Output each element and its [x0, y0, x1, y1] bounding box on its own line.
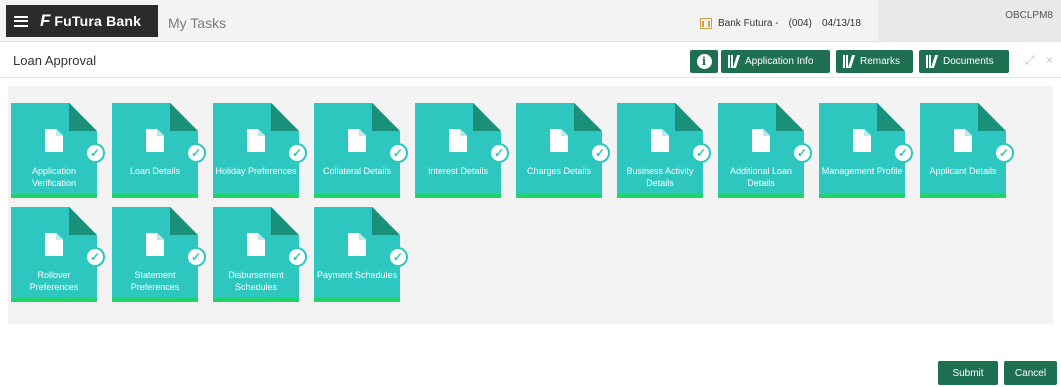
brand-bar: F FuTura Bank [6, 5, 158, 37]
task-tile[interactable]: ✓ Application Verification [11, 103, 105, 198]
branch-code: (004) [788, 18, 812, 29]
tile-label: Statement Preferences [130, 270, 180, 292]
tile-label: Additional Loan Details [729, 166, 793, 188]
branch-date: 04/13/18 [821, 18, 861, 29]
tile-status-bar [415, 194, 501, 198]
library-icon [843, 55, 856, 68]
tile-label: Business Activity Details [626, 166, 694, 188]
tile-label: Management Profile [821, 166, 903, 176]
task-tile[interactable]: ✓ Disbursement Schedules [213, 207, 307, 302]
check-icon: ✓ [590, 143, 610, 163]
bank-icon [700, 18, 712, 29]
task-tile[interactable]: ✓ Additional Loan Details [718, 103, 812, 198]
close-icon[interactable]: × [1046, 53, 1053, 67]
library-icon [728, 55, 741, 68]
my-tasks-tab[interactable]: My Tasks [168, 15, 226, 31]
check-icon: ✓ [287, 247, 307, 267]
task-tile[interactable]: ✓ Payment Schedules [314, 207, 408, 302]
documents-button[interactable]: Documents [919, 50, 1009, 73]
check-icon: ✓ [893, 143, 913, 163]
check-icon: ✓ [792, 143, 812, 163]
task-tile[interactable]: ✓ Statement Preferences [112, 207, 206, 302]
check-icon: ✓ [287, 143, 307, 163]
task-tile[interactable]: ✓ Charges Details [516, 103, 610, 198]
task-tile[interactable]: ✓ Loan Details [112, 103, 206, 198]
tile-status-bar [314, 194, 400, 198]
check-icon: ✓ [388, 143, 408, 163]
tile-status-bar [718, 194, 804, 198]
task-tile[interactable]: ✓ Collateral Details [314, 103, 408, 198]
check-icon: ✓ [186, 143, 206, 163]
task-tile[interactable]: ✓ Management Profile [819, 103, 913, 198]
task-tile[interactable]: ✓ Holiday Preferences [213, 103, 307, 198]
branch-name: Bank Futura - [718, 18, 779, 29]
task-tile[interactable]: ✓ Rollover Preferences [11, 207, 105, 302]
application-info-label: Application Info [745, 56, 814, 67]
user-id: OBCLPM8 [1005, 10, 1053, 21]
check-icon: ✓ [85, 143, 105, 163]
check-icon: ✓ [388, 247, 408, 267]
check-icon: ✓ [994, 143, 1014, 163]
application-info-button[interactable]: Application Info [721, 50, 830, 73]
tile-label: Rollover Preferences [29, 270, 79, 292]
task-tile[interactable]: ✓ Business Activity Details [617, 103, 711, 198]
tile-status-bar [11, 194, 97, 198]
tile-fold [170, 103, 198, 131]
tile-label: Application Verification [31, 166, 77, 188]
check-icon: ✓ [489, 143, 509, 163]
tile-label: Loan Details [129, 166, 181, 176]
tile-status-bar [213, 194, 299, 198]
tile-status-bar [617, 194, 703, 198]
tiles-panel: ✓ Application Verification ✓ Loan Details ✓ H… [8, 86, 1053, 324]
tile-label: Charges Details [526, 166, 592, 176]
tile-label: Payment Schedules [316, 270, 398, 280]
info-button[interactable]: i [690, 50, 718, 73]
tile-status-bar [920, 194, 1006, 198]
check-icon: ✓ [691, 143, 711, 163]
tile-fold [69, 207, 97, 235]
tile-status-bar [112, 298, 198, 302]
tile-label: Holiday Preferences [215, 166, 297, 176]
tile-status-bar [213, 298, 299, 302]
tile-label: Applicant Details [929, 166, 997, 176]
tile-label: Collateral Details [322, 166, 392, 176]
page-title: Loan Approval [13, 53, 97, 68]
tile-status-bar [11, 298, 97, 302]
page-header: Loan Approval i Application Info Remarks… [0, 44, 1061, 78]
tile-fold [69, 103, 97, 131]
tile-status-bar [314, 298, 400, 302]
top-bar: F FuTura Bank My Tasks Bank Futura - (00… [0, 0, 1061, 42]
remarks-button[interactable]: Remarks [836, 50, 913, 73]
info-icon: i [696, 54, 712, 69]
remarks-label: Remarks [860, 56, 901, 67]
brand-logo-icon: F [40, 11, 51, 30]
documents-label: Documents [943, 56, 994, 67]
library-icon [926, 55, 939, 68]
user-area[interactable]: OBCLPM8 [878, 0, 1061, 42]
brand-name: FuTura Bank [54, 13, 142, 29]
tile-status-bar [819, 194, 905, 198]
branch-info[interactable]: Bank Futura - (004) 04/13/18 [700, 18, 861, 29]
task-tile[interactable]: ✓ Applicant Details [920, 103, 1014, 198]
check-icon: ✓ [85, 247, 105, 267]
tile-label: Interest Details [427, 166, 489, 176]
check-icon: ✓ [186, 247, 206, 267]
task-tile[interactable]: ✓ Interest Details [415, 103, 509, 198]
submit-button[interactable]: Submit [938, 361, 998, 385]
tile-fold [170, 207, 198, 235]
cancel-button[interactable]: Cancel [1004, 361, 1057, 385]
tile-label: Disbursement Schedules [228, 270, 284, 292]
tile-status-bar [112, 194, 198, 198]
tile-status-bar [516, 194, 602, 198]
hamburger-icon[interactable] [14, 15, 28, 27]
minimize-icon[interactable]: ⤢ [1025, 53, 1035, 68]
